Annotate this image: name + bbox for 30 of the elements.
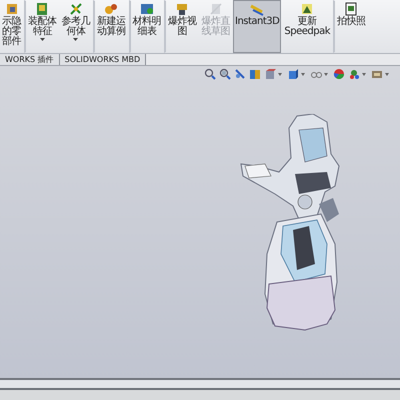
caret-icon	[40, 38, 45, 41]
tab[interactable]: SOLIDWORKS MBD	[60, 54, 146, 65]
zoom-to-fit-icon[interactable]	[204, 68, 216, 80]
tool-icon	[4, 2, 18, 16]
tool-icon	[140, 2, 154, 16]
caret-icon[interactable]	[362, 72, 366, 76]
tool-icon	[250, 2, 264, 16]
color-ball-icon[interactable]	[333, 68, 345, 80]
toolbar-button[interactable]: 参考几 何体	[60, 0, 92, 53]
caret-icon[interactable]	[324, 72, 328, 76]
tool-icon	[35, 2, 50, 16]
tool-icon	[68, 2, 83, 16]
caret-icon[interactable]	[385, 72, 389, 76]
caret-icon[interactable]	[278, 72, 282, 76]
toolbar-button[interactable]: Instant3D	[233, 0, 282, 53]
tool-icon	[208, 2, 223, 16]
caret-icon	[73, 38, 78, 41]
tool-icon	[300, 2, 314, 16]
cube-icon[interactable]	[264, 68, 276, 80]
section-view-icon[interactable]	[249, 68, 261, 80]
tool-icon	[344, 2, 358, 16]
tool-icon	[104, 2, 118, 16]
box-icon[interactable]	[287, 68, 299, 80]
zoom-area-icon[interactable]	[219, 68, 231, 80]
toolbar-button[interactable]: 更新 Speedpak	[282, 0, 332, 53]
tab[interactable]: WORKS 插件	[0, 54, 60, 65]
tool-icon	[175, 2, 190, 16]
monitor-icon[interactable]	[371, 68, 383, 80]
caret-icon[interactable]	[301, 72, 305, 76]
toolbar-button[interactable]: 示隐 的零 部件	[0, 0, 23, 53]
